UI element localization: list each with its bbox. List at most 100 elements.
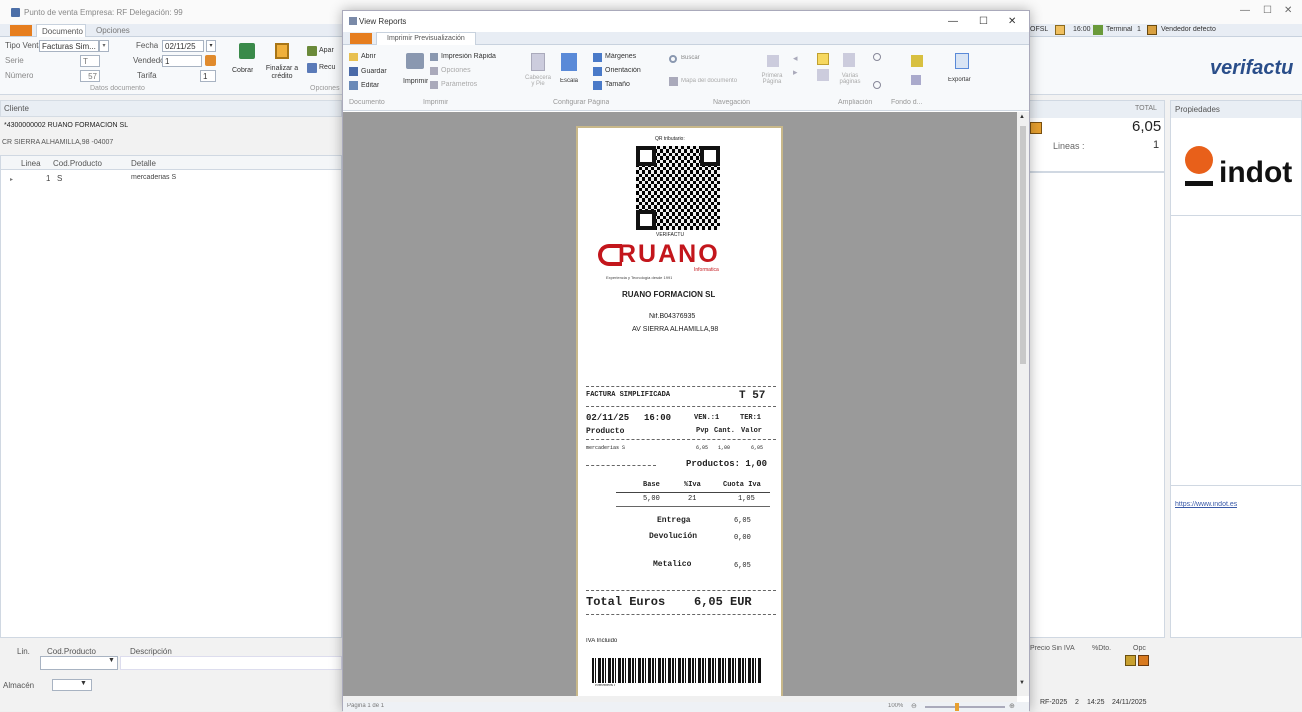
lineas-value: 1 [1153, 139, 1160, 151]
fecha-dropdown[interactable]: ▾ [206, 40, 216, 52]
reports-file-button[interactable] [350, 33, 372, 44]
vscroll-down-icon[interactable]: ▼ [1019, 680, 1025, 686]
zoom-slider-thumb[interactable] [955, 703, 959, 711]
cobrar-icon [239, 43, 255, 59]
main-close-button[interactable]: ✕ [1284, 5, 1292, 16]
tax-iva: 21 [688, 495, 697, 503]
primera-pagina-button[interactable]: Primera Página [757, 73, 787, 85]
marca-agua-icon[interactable] [911, 75, 921, 85]
margenes-icon [593, 53, 602, 62]
opciones-button[interactable]: Opciones [441, 67, 471, 74]
direccion-value: CR SIERRA ALHAMILLA,98 -04007 [2, 139, 114, 146]
vendedor-lookup-icon[interactable] [205, 55, 216, 66]
preview-area: QR tributario: VERIFACTU RUANO Informati… [343, 112, 1017, 698]
fecha-field[interactable]: 02/11/25 [162, 40, 204, 52]
finalizar-button[interactable]: Finalizar a crédito [261, 65, 303, 81]
tamano-button[interactable]: Tamaño [605, 81, 630, 88]
tax-header-cuota: Cuota Iva [723, 481, 761, 489]
tab-imprimir-previsualizacion[interactable]: Imprimir Previsualización [376, 32, 476, 45]
col-valor: Valor [741, 427, 763, 435]
reports-window: View Reports — ☐ ✕ Imprimir Previsualiza… [342, 10, 1030, 712]
mapa-documento-button[interactable]: Mapa del documento [681, 78, 737, 84]
right-entry-panel: Precio Sin IVA %Dto. Opc [1025, 640, 1165, 685]
tipo-venta-dropdown[interactable]: ▾ [99, 40, 109, 52]
file-menu-button[interactable] [10, 25, 32, 36]
reports-minimize-button[interactable]: — [948, 16, 958, 27]
numero-field[interactable]: 57 [80, 70, 100, 82]
cod-producto-dropdown-icon[interactable]: ▼ [108, 657, 115, 664]
zoom-out-icon[interactable] [873, 53, 881, 61]
zoom-slider[interactable] [925, 706, 1005, 708]
recuperar-button[interactable]: Recu [319, 64, 335, 71]
cobrar-button[interactable]: Cobrar [232, 67, 253, 74]
fondo-icon[interactable] [911, 55, 923, 67]
vscroll-up-icon[interactable]: ▲ [1019, 114, 1025, 120]
imprimir-button[interactable]: Imprimir [403, 78, 428, 85]
zoom-out-button-icon[interactable]: ⊖ [911, 702, 917, 710]
hand-tool-icon[interactable] [817, 69, 829, 81]
editar-icon [349, 81, 358, 90]
tipo-venta-select[interactable]: Facturas Sim... [39, 40, 99, 52]
status-date: 24/11/2025 [1112, 699, 1147, 706]
orientacion-button[interactable]: Orientación [605, 67, 641, 74]
pointer-tool-icon[interactable] [817, 53, 829, 65]
reports-app-icon [349, 17, 357, 25]
main-maximize-button[interactable]: ☐ [1263, 5, 1272, 16]
varias-paginas-button[interactable]: Varias páginas [835, 73, 865, 85]
fondo-group-label: Fondo d... [891, 99, 923, 106]
tab-opciones[interactable]: Opciones [96, 26, 130, 35]
aparcar-button[interactable]: Apar [319, 47, 334, 54]
abrir-button[interactable]: Abrir [361, 53, 376, 60]
descripcion-input[interactable] [120, 656, 342, 670]
indot-link[interactable]: https://www.indot.es [1175, 501, 1237, 508]
editar-button[interactable]: Editar [361, 82, 379, 89]
iva-incluido: IVA Incluido [586, 638, 618, 644]
row-indicator-icon: ▸ [10, 177, 14, 183]
reports-maximize-button[interactable]: ☐ [979, 16, 988, 27]
vendedor-field[interactable]: 1 [162, 55, 202, 67]
tab-documento[interactable]: Documento [36, 24, 86, 37]
accept-line-icon[interactable] [1125, 655, 1136, 666]
exportar-button[interactable]: Exportar [948, 77, 971, 83]
buscar-button[interactable]: Buscar [681, 55, 700, 61]
parametros-button[interactable]: Parámetros [441, 81, 477, 88]
next-page-icon[interactable]: ▸ [793, 67, 798, 78]
cod-producto-input[interactable] [40, 656, 118, 670]
main-status-bar: RF-2025 2 14:25 24/11/2025 [1030, 695, 1302, 711]
zoom-in-icon[interactable] [873, 81, 881, 89]
tarifa-field[interactable]: 1 [200, 70, 216, 82]
impresion-rapida-button[interactable]: Impresión Rápida [441, 53, 496, 60]
ruano-logo: RUANO Informatica Experiencia y Tecnolog… [598, 240, 764, 286]
cabecera-pie-button[interactable]: Cabecera y Pie [523, 75, 553, 87]
zoom-in-button-icon[interactable]: ⊕ [1009, 702, 1015, 710]
prev-page-icon[interactable]: ◂ [793, 53, 798, 64]
guardar-button[interactable]: Guardar [361, 68, 387, 75]
grid-header-cod[interactable]: Cod.Producto [53, 159, 102, 168]
serie-field[interactable]: T [80, 55, 100, 67]
grid-cell-detalle[interactable]: mercaderias S [131, 174, 176, 181]
impresion-rapida-icon [430, 53, 438, 61]
margenes-button[interactable]: Márgenes [605, 53, 636, 60]
almacen-dropdown-icon[interactable]: ▼ [80, 680, 87, 687]
divider-6 [586, 614, 776, 615]
vscroll-thumb[interactable] [1020, 126, 1026, 364]
preview-vscrollbar[interactable]: ▲ ▼ [1017, 112, 1029, 696]
zoom-level: 100% [888, 703, 904, 709]
grid-header-linea[interactable]: Linea [21, 159, 41, 168]
escala-button[interactable]: Escala [560, 78, 578, 84]
cliente-value[interactable]: *4300000002 RUANO FORMACION SL [4, 122, 128, 129]
productos-total: Productos: 1,00 [686, 459, 768, 469]
ruano-logo-text: RUANO [618, 240, 720, 268]
grid-header-detalle[interactable]: Detalle [131, 159, 156, 168]
grid-cell-cod[interactable]: S [57, 174, 62, 183]
grid-cell-linea[interactable]: 1 [46, 174, 50, 183]
propiedades-panel: Propiedades indot https://www.indot.es [1170, 100, 1302, 638]
reports-titlebar: View Reports — ☐ ✕ [343, 11, 1029, 32]
main-ribbon: Tipo Venta Facturas Sim... ▾ Serie T Núm… [0, 37, 342, 95]
main-minimize-button[interactable]: — [1240, 5, 1250, 16]
opciones-icon [430, 67, 438, 75]
receipt-ter: TER:1 [740, 414, 762, 422]
precio-sin-iva-header: Precio Sin IVA [1030, 645, 1075, 652]
cancel-line-icon[interactable] [1138, 655, 1149, 666]
reports-close-button[interactable]: ✕ [1008, 16, 1016, 27]
